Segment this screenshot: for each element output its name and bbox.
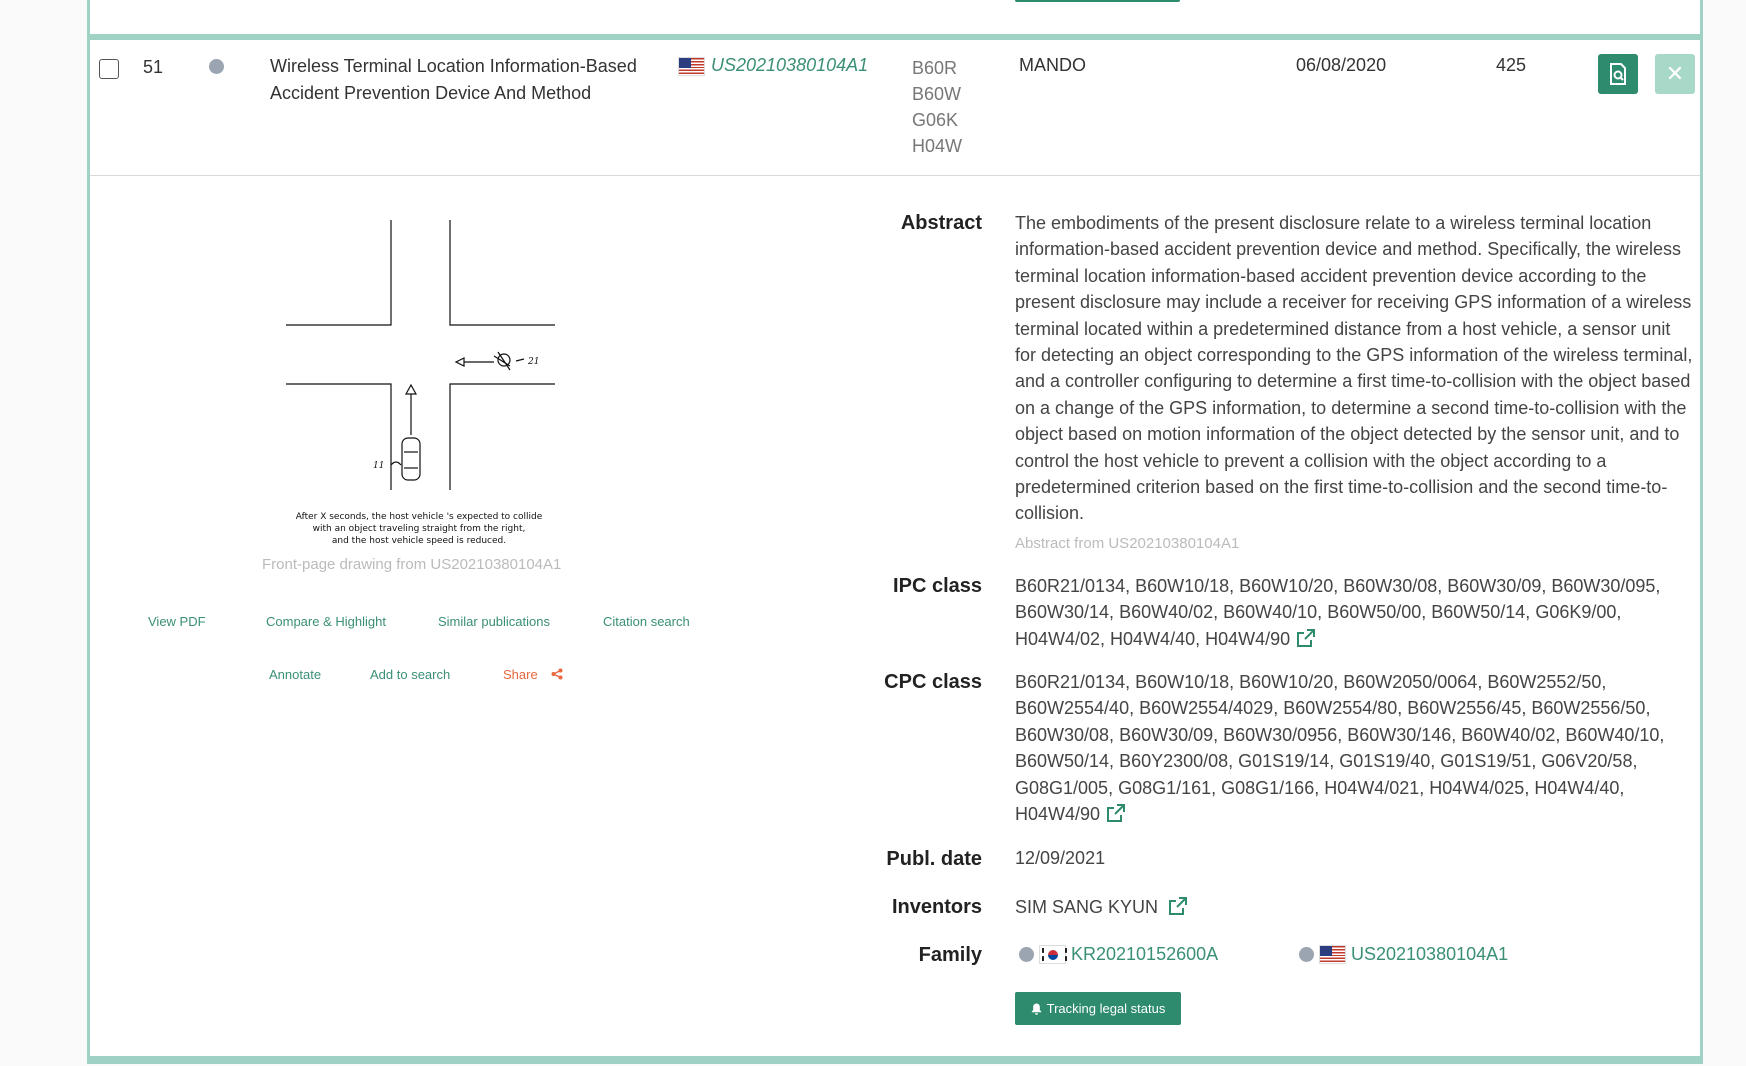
- ipc-code: H04W: [912, 136, 963, 156]
- external-link-icon[interactable]: [1168, 896, 1188, 916]
- previous-row-button[interactable]: [1015, 0, 1180, 2]
- cpc-class-text: B60R21/0134, B60W10/18, B60W10/20, B60W2…: [1015, 672, 1665, 825]
- us-flag-icon: [678, 56, 705, 76]
- close-icon[interactable]: ✕: [1655, 54, 1695, 94]
- ref-label-11: 11: [373, 461, 384, 471]
- family-member-link[interactable]: KR20210152600A: [1019, 944, 1218, 965]
- row-divider: [90, 175, 1700, 176]
- legal-status-dot: [209, 59, 224, 74]
- similar-publications-link[interactable]: Similar publications: [438, 614, 550, 629]
- row-select-checkbox[interactable]: [99, 59, 119, 79]
- drawing-caption-line: with an object traveling straight from t…: [313, 524, 526, 534]
- row-separator: [87, 34, 1703, 40]
- ipc-class-text: B60R21/0134, B60W10/18, B60W10/20, B60W3…: [1015, 576, 1661, 649]
- ipc-code: B60R: [912, 58, 958, 78]
- us-flag-icon: [1319, 945, 1346, 964]
- drawing-caption-line: and the host vehicle speed is reduced.: [332, 536, 506, 546]
- result-count: 425: [1496, 55, 1527, 75]
- ipc-class-label: IPC class: [893, 575, 982, 597]
- row-separator-bottom: [87, 1056, 1703, 1064]
- abstract-source: Abstract from US20210380104A1: [1015, 535, 1240, 552]
- family-member-number: US20210380104A1: [1351, 944, 1509, 964]
- publication-number: US20210380104A1: [711, 55, 869, 75]
- ipc-codes: B60R B60W G06K H04W: [912, 55, 962, 159]
- cpc-class-label: CPC class: [884, 671, 982, 693]
- share-label: Share: [503, 667, 538, 682]
- publ-date-label: Publ. date: [886, 848, 982, 870]
- legal-status-dot: [1299, 947, 1314, 962]
- applicant: MANDO: [1019, 55, 1086, 75]
- family-member-link[interactable]: US20210380104A1: [1299, 944, 1508, 965]
- document-search-icon: [1610, 63, 1626, 85]
- ipc-code: G06K: [912, 110, 959, 130]
- view-document-button[interactable]: [1598, 54, 1638, 94]
- abstract-text: The embodiments of the present disclosur…: [1015, 213, 1693, 524]
- annotate-link[interactable]: Annotate: [269, 667, 321, 682]
- publication-number-link[interactable]: US20210380104A1: [678, 55, 868, 76]
- page: 51 Wireless Terminal Location Informatio…: [0, 0, 1746, 1066]
- compare-highlight-link[interactable]: Compare & Highlight: [266, 614, 386, 629]
- inventor-name: SIM SANG KYUN: [1015, 897, 1159, 917]
- family-member-number: KR20210152600A: [1071, 944, 1219, 964]
- ipc-class-value: B60R21/0134, B60W10/18, B60W10/20, B60W3…: [1015, 573, 1695, 652]
- ipc-code: B60W: [912, 84, 962, 104]
- kr-flag-icon: [1039, 945, 1067, 964]
- cpc-class-value: B60R21/0134, B60W10/18, B60W10/20, B60W2…: [1015, 669, 1695, 827]
- publication-title[interactable]: Wireless Terminal Location Information-B…: [270, 53, 670, 107]
- external-link-icon[interactable]: [1106, 803, 1126, 823]
- citation-search-link[interactable]: Citation search: [603, 614, 690, 629]
- family-label: Family: [918, 944, 982, 966]
- legal-status-dot: [1019, 947, 1034, 962]
- tracking-button-label: Tracking legal status: [1046, 1001, 1166, 1016]
- view-pdf-link[interactable]: View PDF: [148, 614, 206, 629]
- inventors-value: SIM SANG KYUN: [1015, 896, 1188, 918]
- tracking-legal-status-button[interactable]: Tracking legal status: [1015, 992, 1181, 1025]
- external-link-icon[interactable]: [1296, 628, 1316, 648]
- add-to-search-link[interactable]: Add to search: [370, 667, 450, 682]
- drawing-caption-line: After X seconds, the host vehicle 's exp…: [296, 512, 543, 522]
- share-link[interactable]: Share: [503, 667, 563, 682]
- share-icon: [551, 668, 563, 680]
- inventors-label: Inventors: [891, 896, 982, 918]
- drawing-source: Front-page drawing from US20210380104A1: [262, 556, 562, 573]
- ref-label-21: 21: [527, 357, 539, 367]
- front-page-drawing[interactable]: 21 11 After X seconds, the host vehicle …: [276, 210, 576, 550]
- intersection-drawing: 21 11 After X seconds, the host vehicle …: [286, 220, 555, 546]
- publ-date-value: 12/09/2021: [1015, 848, 1106, 868]
- abstract-label: Abstract: [900, 212, 982, 234]
- row-number: 51: [143, 57, 164, 77]
- bell-icon: [1031, 1003, 1041, 1015]
- priority-date: 06/08/2020: [1296, 55, 1387, 75]
